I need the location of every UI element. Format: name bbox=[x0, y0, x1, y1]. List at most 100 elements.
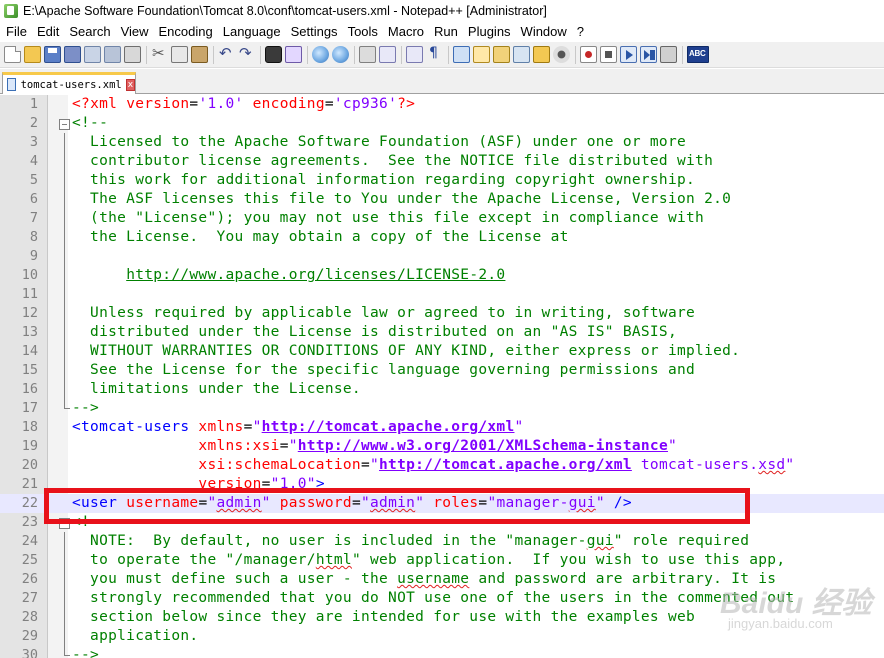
code-line[interactable]: 10 http://www.apache.org/licenses/LICENS… bbox=[0, 266, 884, 285]
tab-close-icon[interactable]: x bbox=[125, 78, 135, 91]
function-list-icon[interactable] bbox=[513, 46, 530, 63]
document-map-icon[interactable] bbox=[493, 46, 510, 63]
menu-macro[interactable]: Macro bbox=[383, 22, 429, 42]
zoom-out-icon[interactable] bbox=[332, 46, 349, 63]
menu-run[interactable]: Run bbox=[429, 22, 463, 42]
menu-search[interactable]: Search bbox=[64, 22, 115, 42]
menu-language[interactable]: Language bbox=[218, 22, 286, 42]
code-token: <!-- bbox=[72, 115, 109, 131]
code-token: gui bbox=[568, 495, 596, 511]
fold-toggle-icon[interactable] bbox=[58, 513, 70, 532]
open-file-icon[interactable] bbox=[24, 46, 41, 63]
menu-plugins[interactable]: Plugins bbox=[463, 22, 516, 42]
line-code: strongly recommended that you do NOT use… bbox=[72, 589, 794, 608]
code-line[interactable]: 15 See the License for the specific lang… bbox=[0, 361, 884, 380]
code-line[interactable]: 20 xsi:schemaLocation="http://tomcat.apa… bbox=[0, 456, 884, 475]
redo-icon[interactable] bbox=[238, 44, 255, 63]
code-line[interactable]: 4 contributor license agreements. See th… bbox=[0, 152, 884, 171]
code-line[interactable]: 26 you must define such a user - the use… bbox=[0, 570, 884, 589]
code-line[interactable]: 2 <!-- bbox=[0, 114, 884, 133]
save-all-icon[interactable] bbox=[64, 46, 81, 63]
word-wrap-icon[interactable] bbox=[406, 46, 423, 63]
find-icon[interactable] bbox=[265, 46, 282, 63]
code-line[interactable]: 14 WITHOUT WARRANTIES OR CONDITIONS OF A… bbox=[0, 342, 884, 361]
code-line[interactable]: 3 Licensed to the Apache Software Founda… bbox=[0, 133, 884, 152]
monitoring-icon[interactable] bbox=[553, 46, 570, 63]
close-icon[interactable] bbox=[84, 46, 101, 63]
code-line[interactable]: 13 distributed under the License is dist… bbox=[0, 323, 884, 342]
zoom-in-icon[interactable] bbox=[312, 46, 329, 63]
save-icon[interactable] bbox=[44, 46, 61, 63]
code-line[interactable]: 18 <tomcat-users xmlns="http://tomcat.apa… bbox=[0, 418, 884, 437]
word-wrap-icon[interactable] bbox=[379, 46, 396, 63]
fold-line-icon bbox=[58, 285, 70, 304]
code-line[interactable]: 12 Unless required by applicable law or … bbox=[0, 304, 884, 323]
show-all-chars-icon[interactable] bbox=[426, 45, 443, 63]
code-line[interactable]: 23 <!-- bbox=[0, 513, 884, 532]
code-line[interactable]: 30 --> bbox=[0, 646, 884, 658]
sync-scroll-icon[interactable] bbox=[359, 46, 376, 63]
line-number: 4 bbox=[29, 153, 38, 169]
fold-toggle-icon[interactable] bbox=[58, 114, 70, 133]
code-line[interactable]: 9 bbox=[0, 247, 884, 266]
fold-line-icon bbox=[58, 646, 70, 658]
line-code: <user username="admin" password="admin" … bbox=[72, 494, 632, 513]
code-line[interactable]: 5 this work for additional information r… bbox=[0, 171, 884, 190]
code-token[interactable]: http://www.w3.org/2001/XMLSchema-instanc… bbox=[298, 438, 668, 454]
menu-view[interactable]: View bbox=[116, 22, 154, 42]
code-line[interactable]: 16 limitations under the License. bbox=[0, 380, 884, 399]
folder-workspace-icon[interactable] bbox=[533, 46, 550, 63]
paste-icon[interactable] bbox=[191, 46, 208, 63]
indent-guide-icon[interactable] bbox=[453, 46, 470, 63]
code-line[interactable]: 8 the License. You may obtain a copy of … bbox=[0, 228, 884, 247]
undo-icon[interactable] bbox=[218, 44, 235, 63]
fold-line-icon bbox=[58, 589, 70, 608]
menu-tools[interactable]: Tools bbox=[343, 22, 383, 42]
save-macro-icon[interactable] bbox=[660, 46, 677, 63]
print-icon[interactable] bbox=[124, 46, 141, 63]
code-lines[interactable]: 1 <?xml version='1.0' encoding='cp936'?> 2… bbox=[0, 95, 884, 658]
code-token[interactable]: http://www.apache.org/licenses/LICENSE-2… bbox=[126, 267, 505, 283]
menu-edit[interactable]: Edit bbox=[32, 22, 64, 42]
menu-file[interactable]: File bbox=[1, 22, 32, 42]
line-code: contributor license agreements. See the … bbox=[72, 152, 713, 171]
editor-area[interactable]: 1 <?xml version='1.0' encoding='cp936'?> 2… bbox=[0, 95, 884, 658]
user-defined-language-icon[interactable] bbox=[473, 46, 490, 63]
run-macro-multiple-icon[interactable] bbox=[640, 46, 657, 63]
code-token: version bbox=[126, 96, 190, 112]
code-token[interactable]: http://tomcat.apache.org/xml bbox=[262, 419, 515, 435]
cut-icon[interactable] bbox=[151, 44, 168, 63]
menu-encoding[interactable]: Encoding bbox=[154, 22, 218, 42]
copy-icon[interactable] bbox=[171, 46, 188, 63]
code-line[interactable]: 17 --> bbox=[0, 399, 884, 418]
record-macro-icon[interactable] bbox=[580, 46, 597, 63]
code-line[interactable]: 29 application. bbox=[0, 627, 884, 646]
code-line[interactable]: 24 NOTE: By default, no user is included… bbox=[0, 532, 884, 551]
code-line[interactable]: 7 (the "License"); you may not use this … bbox=[0, 209, 884, 228]
code-token[interactable]: http://tomcat.apache.org/xml bbox=[379, 457, 632, 473]
code-line[interactable]: 21 version="1.0"> bbox=[0, 475, 884, 494]
menu-help[interactable]: ? bbox=[572, 22, 589, 42]
code-line[interactable]: 28 section below since they are intended… bbox=[0, 608, 884, 627]
fold-line-icon bbox=[58, 228, 70, 247]
code-line[interactable]: 11 bbox=[0, 285, 884, 304]
play-macro-icon[interactable] bbox=[620, 46, 637, 63]
menu-settings[interactable]: Settings bbox=[286, 22, 343, 42]
new-file-icon[interactable] bbox=[4, 46, 21, 63]
code-line[interactable]: 22 <user username="admin" password="admin… bbox=[0, 494, 884, 513]
stop-recording-icon[interactable] bbox=[600, 46, 617, 63]
spell-check-icon[interactable] bbox=[687, 46, 709, 63]
close-all-icon[interactable] bbox=[104, 46, 121, 63]
code-line[interactable]: 6 The ASF licenses this file to You unde… bbox=[0, 190, 884, 209]
code-token: html bbox=[315, 552, 352, 568]
toolbar-separator bbox=[307, 45, 308, 64]
code-line[interactable]: 19 xmlns:xsi="http://www.w3.org/2001/XML… bbox=[0, 437, 884, 456]
line-code: section below since they are intended fo… bbox=[72, 608, 695, 627]
code-line[interactable]: 25 to operate the "/manager/html" web ap… bbox=[0, 551, 884, 570]
code-line[interactable]: 27 strongly recommended that you do NOT … bbox=[0, 589, 884, 608]
menu-window[interactable]: Window bbox=[516, 22, 572, 42]
code-line[interactable]: 1 <?xml version='1.0' encoding='cp936'?> bbox=[0, 95, 884, 114]
tab-tomcat-users-xml[interactable]: tomcat-users.xml x bbox=[2, 72, 136, 94]
replace-icon[interactable] bbox=[285, 46, 302, 63]
